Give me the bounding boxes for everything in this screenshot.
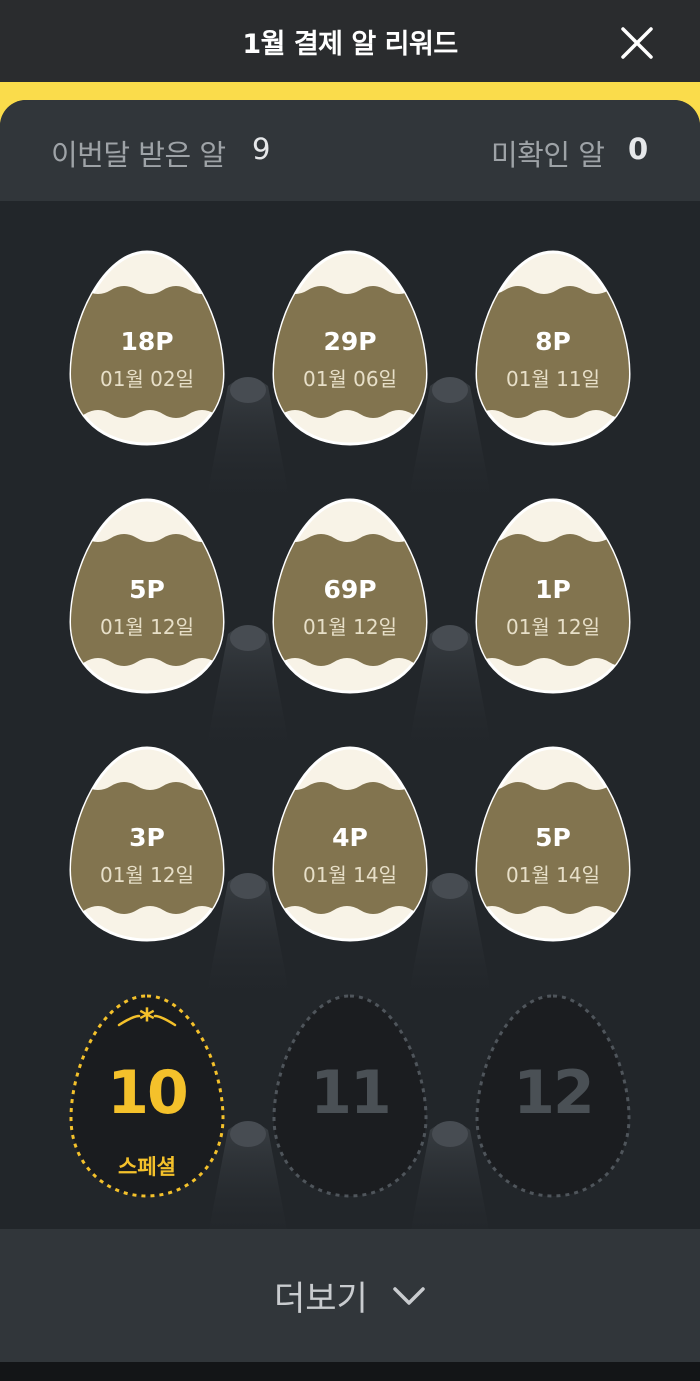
received-eggs-count: 9 (252, 132, 271, 166)
egg-grid: 18P 01월 02일 29P 01월 06일 8P 01월 11일 5P 01월 12일 69… (0, 201, 700, 1329)
collected-egg[interactable]: 18P 01월 02일 (67, 248, 227, 448)
collected-egg[interactable]: 1P 01월 12일 (473, 496, 633, 696)
egg-date: 01월 14일 (505, 863, 601, 887)
egg-points: 18P (120, 327, 174, 356)
close-button[interactable] (618, 24, 656, 62)
egg-date: 01월 12일 (99, 863, 195, 887)
egg-points: 5P (535, 823, 571, 852)
egg-date: 01월 12일 (99, 615, 195, 639)
stats-bar: 이번달 받은 알 9 미확인 알 0 (0, 100, 700, 201)
close-icon (621, 27, 653, 59)
received-eggs-label: 이번달 받은 알 (51, 138, 226, 172)
egg-points: 29P (323, 327, 377, 356)
reward-panel: 이번달 받은 알 9 미확인 알 0 18P 01월 02일 29P 01월 06일 8… (0, 100, 700, 1362)
collected-egg[interactable]: 69P 01월 12일 (270, 496, 430, 696)
egg-points: 1P (535, 575, 571, 604)
egg-slot-number: 10 (107, 1058, 189, 1128)
egg-date: 01월 12일 (302, 615, 398, 639)
egg-points: 3P (129, 823, 165, 852)
egg-date: 01월 02일 (99, 367, 195, 391)
egg-points: 4P (332, 823, 368, 852)
collected-egg[interactable]: 5P 01월 12일 (67, 496, 227, 696)
bottom-strip (0, 1362, 700, 1381)
chevron-down-icon (393, 1287, 425, 1305)
locked-egg-slot: 11 (270, 992, 430, 1198)
collected-egg[interactable]: 29P 01월 06일 (270, 248, 430, 448)
egg-points: 8P (535, 327, 571, 356)
locked-egg-slot: 12 (473, 992, 633, 1198)
collected-egg[interactable]: 8P 01월 11일 (473, 248, 633, 448)
special-egg-slot: * 10 스페셜 (67, 992, 227, 1198)
header-bar: 1월 결제 알 리워드 (0, 0, 700, 82)
egg-date: 01월 12일 (505, 615, 601, 639)
egg-date: 01월 11일 (505, 367, 601, 391)
special-badge: 스페셜 (118, 1155, 176, 1179)
unchecked-eggs-count: 0 (628, 132, 649, 166)
collected-egg[interactable]: 4P 01월 14일 (270, 744, 430, 944)
egg-date: 01월 14일 (302, 863, 398, 887)
more-button[interactable]: 더보기 (0, 1229, 700, 1362)
star-icon: * (139, 1003, 155, 1038)
more-label: 더보기 (274, 1279, 368, 1319)
collected-egg[interactable]: 3P 01월 12일 (67, 744, 227, 944)
egg-slot-number: 11 (310, 1058, 392, 1128)
unchecked-eggs-label: 미확인 알 (491, 138, 605, 172)
egg-date: 01월 06일 (302, 367, 398, 391)
egg-points: 69P (323, 575, 377, 604)
collected-egg[interactable]: 5P 01월 14일 (473, 744, 633, 944)
egg-slot-number: 12 (513, 1058, 595, 1128)
egg-points: 5P (129, 575, 165, 604)
page-title: 1월 결제 알 리워드 (242, 29, 458, 60)
